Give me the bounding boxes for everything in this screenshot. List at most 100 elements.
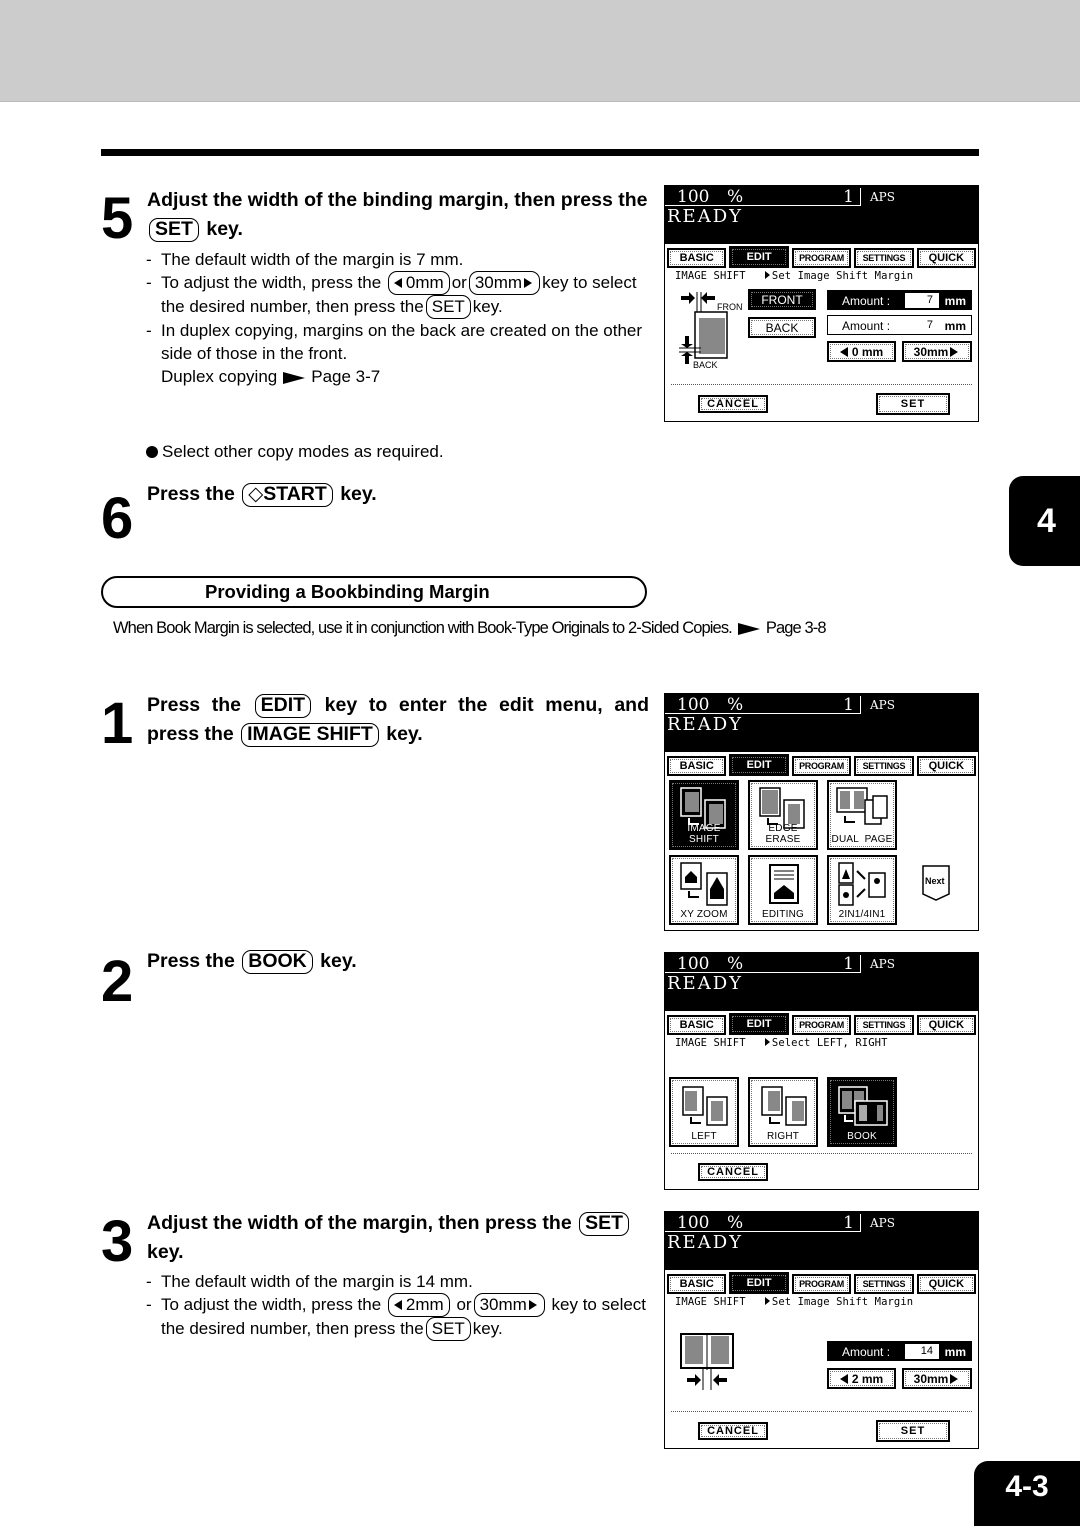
key-label: SET bbox=[431, 1319, 465, 1338]
left-arrow-icon bbox=[839, 346, 848, 357]
front-button[interactable]: FRONT bbox=[748, 289, 816, 310]
paper-mode: APS bbox=[870, 698, 895, 712]
next-page-icon: Next bbox=[922, 865, 950, 901]
increase-button[interactable]: 30mm bbox=[902, 1368, 972, 1389]
note-text: Select other copy modes as required. bbox=[162, 442, 444, 461]
tab-quick[interactable]: QUICK bbox=[916, 1015, 977, 1035]
front-back-margin-diagram-icon: FRONT BACK bbox=[679, 292, 743, 370]
tab-edit[interactable]: EDIT bbox=[729, 1272, 789, 1294]
set-key: SET bbox=[579, 1212, 630, 1236]
start-icon: ◇ bbox=[248, 483, 264, 505]
tab-settings[interactable]: SETTINGS bbox=[854, 1015, 914, 1035]
bullet-text: or bbox=[456, 1295, 472, 1314]
tab-basic[interactable]: BASIC bbox=[667, 248, 727, 268]
front-amount-field[interactable]: Amount : 7 mm bbox=[827, 290, 972, 310]
image-shift-key: IMAGE SHIFT bbox=[241, 723, 379, 747]
tab-program[interactable]: PROGRAM bbox=[791, 248, 852, 268]
amount-label: Amount : bbox=[842, 1345, 891, 1359]
lcd-panel-select-left-right: 100% 1 APS READY BASIC EDIT PROGRAM SETTI… bbox=[664, 952, 979, 1190]
tab-settings[interactable]: SETTINGS bbox=[854, 756, 914, 776]
2in1-4in1-button[interactable]: 2IN1/4IN1 bbox=[827, 855, 897, 925]
page-number: 4-3 bbox=[1005, 1469, 1049, 1503]
image-shift-button[interactable]: IMAGE SHIFT bbox=[669, 780, 739, 850]
increase-button[interactable]: 30mm bbox=[902, 341, 972, 362]
status-text: READY bbox=[667, 1232, 744, 1253]
tab-program[interactable]: PROGRAM bbox=[791, 756, 852, 776]
bullet-text: key. bbox=[472, 297, 503, 316]
amount-label: Amount : bbox=[842, 319, 891, 333]
next-button[interactable]: Next bbox=[921, 864, 951, 901]
bullet-text: The default width of the margin is 14 mm… bbox=[161, 1272, 473, 1291]
set-button[interactable]: SET bbox=[876, 393, 950, 415]
lcd-status-bar: 100% 1 APS READY bbox=[665, 1212, 978, 1270]
cancel-button[interactable]: CANCEL bbox=[698, 1163, 768, 1181]
diagram-back-label: BACK bbox=[693, 360, 718, 370]
step-title: Press the BOOK key. bbox=[147, 947, 649, 976]
tab-basic[interactable]: BASIC bbox=[667, 756, 727, 776]
key-label: SET bbox=[431, 297, 465, 316]
edge-erase-button[interactable]: EDGE ERASE bbox=[748, 780, 818, 850]
tab-quick[interactable]: QUICK bbox=[916, 248, 977, 268]
editing-button[interactable]: EDITING bbox=[748, 855, 818, 925]
step-title: Adjust the width of the binding margin, … bbox=[147, 186, 649, 244]
decrease-button[interactable]: 0 mm bbox=[827, 341, 896, 362]
button-label: 2 mm bbox=[851, 1371, 884, 1386]
amount-field[interactable]: Amount : 14 mm bbox=[827, 1341, 972, 1361]
tab-edit[interactable]: EDIT bbox=[729, 754, 789, 776]
section-description: When Book Margin is selected, use it in … bbox=[113, 619, 827, 638]
dual-page-button[interactable]: DUAL PAGE bbox=[827, 780, 897, 850]
bullet-text: key. bbox=[472, 1319, 503, 1338]
key-label: 2mm bbox=[405, 1295, 444, 1314]
copy-count: 1 bbox=[843, 187, 854, 207]
lcd-panel-image-shift-margin: 100% 1 APS READY BASIC EDIT PROGRAM SETTI… bbox=[664, 185, 979, 422]
amount-unit: mm bbox=[944, 294, 966, 308]
zoom-value: 100 bbox=[677, 954, 710, 974]
header-rule bbox=[101, 149, 979, 156]
tab-program[interactable]: PROGRAM bbox=[791, 1015, 852, 1035]
amount-unit: mm bbox=[944, 319, 966, 333]
pointer-icon bbox=[283, 371, 306, 384]
book-button[interactable]: BOOK bbox=[827, 1077, 897, 1147]
tab-edit[interactable]: EDIT bbox=[729, 246, 789, 268]
back-button[interactable]: BACK bbox=[748, 317, 816, 338]
status-text: READY bbox=[667, 206, 744, 227]
button-label: EDGE ERASE bbox=[765, 823, 801, 845]
key-label: BOOK bbox=[248, 950, 307, 972]
tab-edit[interactable]: EDIT bbox=[729, 1013, 789, 1035]
bullet: - The default width of the margin is 14 m… bbox=[146, 1272, 473, 1291]
tab-settings[interactable]: SETTINGS bbox=[854, 248, 914, 268]
decrease-button[interactable]: 2 mm bbox=[827, 1368, 896, 1389]
bullet: - To adjust the width, press the 0mm or 30m… bbox=[146, 271, 651, 319]
cancel-button[interactable]: CANCEL bbox=[698, 1422, 768, 1440]
tab-quick[interactable]: QUICK bbox=[916, 1274, 977, 1294]
set-button[interactable]: SET bbox=[876, 1420, 950, 1442]
tab-quick[interactable]: QUICK bbox=[916, 756, 977, 776]
key-label: 30mm bbox=[474, 273, 523, 292]
start-key: ◇START bbox=[242, 483, 333, 507]
right-button[interactable]: RIGHT bbox=[748, 1077, 818, 1147]
left-button[interactable]: LEFT bbox=[669, 1077, 739, 1147]
breadcrumb-mode: IMAGE SHIFT bbox=[675, 1037, 746, 1049]
zoom-value: 100 bbox=[677, 695, 710, 715]
bullet: - In duplex copying, margins on the back … bbox=[146, 321, 643, 386]
zoom-display: 100% 1 bbox=[665, 955, 861, 973]
status-text: READY bbox=[667, 973, 744, 994]
bullet: - The default width of the margin is 7 mm… bbox=[146, 250, 464, 269]
set-key: SET bbox=[425, 1317, 471, 1341]
breadcrumb: IMAGE SHIFT Select LEFT, RIGHT bbox=[665, 1035, 978, 1051]
back-amount-field[interactable]: Amount : 7 mm bbox=[827, 315, 972, 335]
tab-basic[interactable]: BASIC bbox=[667, 1015, 727, 1035]
step-number: 1 bbox=[101, 691, 133, 756]
right-arrow-icon bbox=[950, 1373, 959, 1384]
2in1-4in1-icon bbox=[838, 862, 886, 906]
tab-settings[interactable]: SETTINGS bbox=[854, 1274, 914, 1294]
tab-program[interactable]: PROGRAM bbox=[791, 1274, 852, 1294]
cancel-button[interactable]: CANCEL bbox=[698, 395, 768, 413]
section-heading: Providing a Bookbinding Margin bbox=[101, 576, 647, 608]
xy-zoom-button[interactable]: XY ZOOM bbox=[669, 855, 739, 925]
tab-basic[interactable]: BASIC bbox=[667, 1274, 727, 1294]
step-number: 2 bbox=[101, 949, 133, 1014]
step-title: Press the EDIT key to enter the edit men… bbox=[147, 691, 649, 749]
button-label: 30mm bbox=[913, 1371, 949, 1386]
divider bbox=[671, 384, 972, 385]
